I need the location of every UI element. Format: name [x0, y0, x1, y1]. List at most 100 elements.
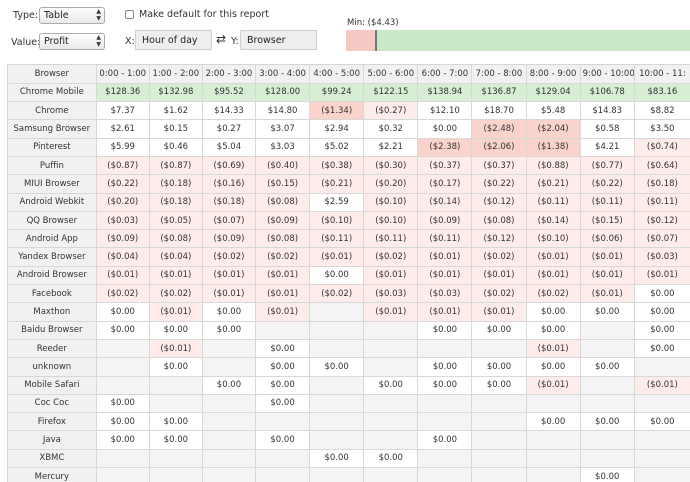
- table-cell[interactable]: [634, 467, 690, 482]
- row-header[interactable]: Android Webkit: [8, 193, 97, 212]
- table-cell[interactable]: [309, 394, 365, 414]
- table-cell[interactable]: [634, 430, 690, 450]
- table-cell[interactable]: [634, 357, 690, 377]
- table-cell[interactable]: ($0.10): [363, 193, 419, 212]
- table-cell[interactable]: ($0.01): [363, 266, 419, 286]
- row-header[interactable]: Baidu Browser: [8, 321, 97, 340]
- table-cell[interactable]: ($0.01): [309, 247, 365, 267]
- table-cell[interactable]: $0.00: [149, 357, 203, 377]
- table-cell[interactable]: ($0.07): [202, 211, 257, 231]
- table-cell[interactable]: $0.00: [202, 376, 257, 395]
- table-cell[interactable]: ($0.16): [202, 174, 257, 194]
- table-cell[interactable]: [634, 449, 690, 469]
- table-cell[interactable]: ($0.02): [202, 247, 257, 267]
- table-cell[interactable]: [634, 394, 690, 414]
- table-cell[interactable]: ($0.02): [309, 284, 365, 304]
- table-cell[interactable]: [471, 394, 527, 414]
- table-cell[interactable]: ($0.01): [634, 376, 690, 395]
- table-cell[interactable]: ($0.08): [255, 193, 311, 212]
- table-cell[interactable]: ($0.08): [255, 229, 311, 249]
- table-cell[interactable]: ($0.04): [149, 247, 203, 267]
- table-cell[interactable]: $0.00: [363, 449, 419, 469]
- table-cell[interactable]: ($0.15): [255, 174, 311, 194]
- table-cell[interactable]: ($0.04): [96, 247, 150, 267]
- table-cell[interactable]: ($0.11): [634, 193, 690, 212]
- table-cell[interactable]: [580, 449, 635, 469]
- table-cell[interactable]: $5.48: [526, 101, 581, 121]
- table-cell[interactable]: $7.37: [96, 101, 150, 121]
- table-cell[interactable]: $0.00: [255, 357, 311, 377]
- table-cell[interactable]: [202, 394, 257, 414]
- table-cell[interactable]: ($0.37): [417, 156, 473, 176]
- row-header[interactable]: Mercury: [8, 467, 97, 482]
- row-header[interactable]: MIUI Browser: [8, 174, 97, 194]
- table-cell[interactable]: $0.00: [309, 449, 365, 469]
- table-cell[interactable]: ($0.01): [526, 376, 581, 395]
- table-cell[interactable]: ($0.01): [526, 339, 581, 359]
- table-cell[interactable]: $0.00: [526, 412, 581, 432]
- table-cell[interactable]: $0.00: [255, 430, 311, 450]
- table-cell[interactable]: ($0.08): [471, 211, 527, 231]
- table-cell[interactable]: ($0.87): [149, 156, 203, 176]
- table-cell[interactable]: $0.00: [634, 284, 690, 304]
- row-header[interactable]: Java: [8, 430, 97, 450]
- column-header[interactable]: 5:00 - 6:00: [363, 65, 419, 84]
- make-default-checkbox[interactable]: [125, 10, 134, 19]
- table-cell[interactable]: ($0.05): [149, 211, 203, 231]
- table-cell[interactable]: $0.32: [363, 119, 419, 139]
- table-cell[interactable]: [526, 449, 581, 469]
- table-cell[interactable]: ($0.18): [149, 193, 203, 212]
- table-cell[interactable]: ($0.01): [526, 266, 581, 286]
- table-cell[interactable]: [255, 449, 311, 469]
- table-cell[interactable]: ($0.07): [634, 229, 690, 249]
- x-axis-field[interactable]: Hour of day: [135, 30, 212, 50]
- row-header[interactable]: Maxthon: [8, 302, 97, 322]
- table-cell[interactable]: [363, 321, 419, 340]
- table-cell[interactable]: $8.82: [634, 101, 690, 121]
- table-cell[interactable]: [309, 339, 365, 359]
- table-cell[interactable]: ($0.10): [526, 229, 581, 249]
- table-cell[interactable]: $0.00: [471, 321, 527, 340]
- table-cell[interactable]: $0.00: [309, 357, 365, 377]
- row-header[interactable]: Chrome Mobile: [8, 83, 97, 103]
- table-cell[interactable]: [363, 394, 419, 414]
- table-cell[interactable]: $128.36: [96, 83, 150, 103]
- table-cell[interactable]: [202, 339, 257, 359]
- table-cell[interactable]: [471, 467, 527, 482]
- table-cell[interactable]: $0.00: [202, 302, 257, 322]
- table-cell[interactable]: $0.00: [417, 430, 473, 450]
- table-cell[interactable]: ($0.22): [96, 174, 150, 194]
- table-cell[interactable]: $0.00: [96, 412, 150, 432]
- row-header[interactable]: QQ Browser: [8, 211, 97, 231]
- table-cell[interactable]: ($0.01): [580, 284, 635, 304]
- table-cell[interactable]: $12.10: [417, 101, 473, 121]
- table-cell[interactable]: [526, 394, 581, 414]
- table-cell[interactable]: ($0.38): [309, 156, 365, 176]
- table-cell[interactable]: $4.21: [580, 138, 635, 157]
- table-cell[interactable]: ($0.12): [471, 193, 527, 212]
- table-cell[interactable]: ($0.03): [96, 211, 150, 231]
- table-cell[interactable]: ($0.01): [580, 247, 635, 267]
- row-header[interactable]: unknown: [8, 357, 97, 377]
- column-header[interactable]: 9:00 - 10:00: [580, 65, 635, 84]
- table-cell[interactable]: [309, 376, 365, 395]
- table-cell[interactable]: [96, 357, 150, 377]
- table-cell[interactable]: $0.00: [634, 412, 690, 432]
- table-cell[interactable]: ($0.09): [417, 211, 473, 231]
- table-cell[interactable]: ($0.01): [363, 302, 419, 322]
- table-cell[interactable]: ($0.01): [149, 266, 203, 286]
- table-cell[interactable]: $95.52: [202, 83, 257, 103]
- table-cell[interactable]: [417, 394, 473, 414]
- table-cell[interactable]: [255, 412, 311, 432]
- row-header[interactable]: XBMC: [8, 449, 97, 469]
- row-header[interactable]: Puffin: [8, 156, 97, 176]
- table-cell[interactable]: [96, 339, 150, 359]
- table-cell[interactable]: ($0.09): [96, 229, 150, 249]
- table-cell[interactable]: ($0.01): [471, 266, 527, 286]
- table-cell[interactable]: ($0.18): [202, 193, 257, 212]
- table-cell[interactable]: ($0.22): [580, 174, 635, 194]
- table-cell[interactable]: ($0.02): [96, 284, 150, 304]
- table-cell[interactable]: ($0.01): [149, 302, 203, 322]
- table-cell[interactable]: $5.04: [202, 138, 257, 157]
- table-cell[interactable]: [309, 412, 365, 432]
